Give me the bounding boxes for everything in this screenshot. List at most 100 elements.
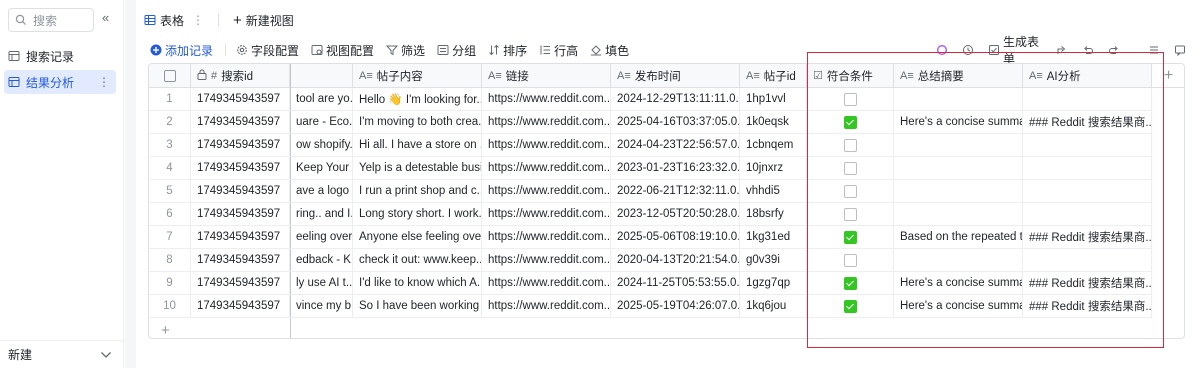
cell-post-id[interactable]: 18bsrfy [740, 203, 807, 225]
comment-button[interactable] [1174, 44, 1186, 56]
table-row[interactable]: 2 1749345943597 uare - Eco... I'm moving to… [149, 111, 1152, 134]
cell-link[interactable]: https://www.reddit.com... [482, 134, 611, 156]
table-row[interactable]: 10 1749345943597 vince my b... So I have be… [149, 295, 1152, 318]
new-button[interactable]: 新建 [0, 340, 124, 368]
cell-content[interactable]: I run a print shop and c... [353, 180, 482, 202]
cell-post-id[interactable]: 1kq6jou [740, 295, 807, 317]
cell-search-id[interactable]: 1749345943597 [191, 295, 290, 317]
cell-post-id[interactable]: 1hp1vvl [740, 88, 807, 110]
unchecked-checkbox[interactable] [843, 207, 857, 221]
cell-post-id[interactable]: vhhdi5 [740, 180, 807, 202]
collapse-sidebar-icon[interactable]: « [102, 11, 116, 25]
table-row[interactable]: 7 1749345943597 eeling over... Anyone else … [149, 226, 1152, 249]
checked-checkbox[interactable] [843, 230, 857, 244]
cell-time[interactable]: 2023-12-05T20:50:28.0... [611, 203, 740, 225]
cell-post-id[interactable]: 1kg31ed [740, 226, 807, 248]
cell-link[interactable]: https://www.reddit.com... [482, 249, 611, 271]
unchecked-checkbox[interactable] [843, 184, 857, 198]
cell-content[interactable]: Long story short. I work... [353, 203, 482, 225]
column-header-summary[interactable]: A≡ 总结摘要 [894, 64, 1023, 87]
cell-time[interactable]: 2020-04-13T20:21:54.0... [611, 249, 740, 271]
unchecked-checkbox[interactable] [843, 92, 857, 106]
cell-link[interactable]: https://www.reddit.com... [482, 203, 611, 225]
checked-checkbox[interactable] [843, 276, 857, 290]
cell-link[interactable]: https://www.reddit.com... [482, 157, 611, 179]
row-number[interactable]: 1 [149, 88, 191, 110]
cell-time[interactable]: 2024-11-25T05:53:55.0... [611, 272, 740, 294]
cell-title[interactable]: eeling over... [290, 226, 353, 248]
cell-content[interactable]: Hello 👋 I'm looking for... [353, 88, 482, 110]
cell-summary[interactable]: Based on the repeated t... [894, 226, 1023, 248]
cell-match[interactable] [807, 249, 894, 271]
cell-ai[interactable]: ### Reddit 搜索结果商... [1023, 272, 1152, 294]
cell-summary[interactable]: Here's a concise summa... [894, 111, 1023, 133]
checked-checkbox[interactable] [843, 299, 857, 313]
fill-color-button[interactable]: 填色 [590, 42, 629, 59]
cell-post-id[interactable]: g0v39i [740, 249, 807, 271]
cell-summary[interactable]: Here's a concise summa... [894, 295, 1023, 317]
cell-content[interactable]: So I have been working ... [353, 295, 482, 317]
search-input[interactable]: 搜索 [8, 8, 94, 32]
history-button[interactable] [962, 44, 974, 56]
table-row[interactable]: 8 1749345943597 edback - K... check it out:… [149, 249, 1152, 272]
cell-title[interactable]: ave a logo ... [290, 180, 353, 202]
row-number[interactable]: 3 [149, 134, 191, 156]
filter-button[interactable]: 筛选 [386, 42, 425, 59]
tab-table[interactable]: 表格 ⋮ [136, 7, 212, 33]
cell-post-id[interactable]: 1cbnqem [740, 134, 807, 156]
cell-title[interactable]: ly use AI t... [290, 272, 353, 294]
cell-link[interactable]: https://www.reddit.com... [482, 180, 611, 202]
add-row-button[interactable]: + [161, 322, 170, 338]
cell-match[interactable] [807, 88, 894, 110]
layout-button[interactable] [1148, 44, 1160, 56]
cell-time[interactable]: 2024-12-29T13:11:11.0... [611, 88, 740, 110]
row-number[interactable]: 4 [149, 157, 191, 179]
sidebar-item-search-records[interactable]: 搜索记录 [4, 44, 116, 68]
cell-content[interactable]: I'm moving to both crea... [353, 111, 482, 133]
cell-search-id[interactable]: 1749345943597 [191, 226, 290, 248]
sidebar-item-result-analysis[interactable]: 结果分析 ⋮ [4, 70, 116, 94]
column-header-ai[interactable]: A≡ AI分析 [1023, 64, 1152, 87]
add-record-button[interactable]: 添加记录 [150, 42, 213, 59]
cell-search-id[interactable]: 1749345943597 [191, 157, 290, 179]
cell-summary[interactable] [894, 203, 1023, 225]
cell-time[interactable]: 2025-04-16T03:37:05.0... [611, 111, 740, 133]
cell-summary[interactable] [894, 180, 1023, 202]
column-header-link[interactable]: A≡ 链接 [482, 64, 611, 87]
cell-search-id[interactable]: 1749345943597 [191, 249, 290, 271]
cell-time[interactable]: 2022-06-21T12:32:11.0... [611, 180, 740, 202]
unchecked-checkbox[interactable] [843, 253, 857, 267]
column-header-post-id[interactable]: A≡ 帖子id [740, 64, 807, 87]
cell-link[interactable]: https://www.reddit.com... [482, 226, 611, 248]
row-number[interactable]: 6 [149, 203, 191, 225]
cell-match[interactable] [807, 180, 894, 202]
cell-title[interactable]: ow shopify... [290, 134, 353, 156]
cell-search-id[interactable]: 1749345943597 [191, 180, 290, 202]
ai-assistant-button[interactable] [936, 44, 948, 56]
column-header-search-id[interactable]: # 搜索id [191, 64, 290, 87]
checked-checkbox[interactable] [843, 115, 857, 129]
cell-link[interactable]: https://www.reddit.com... [482, 88, 611, 110]
generate-form-button[interactable]: 生成表单 [988, 33, 1042, 67]
cell-match[interactable] [807, 157, 894, 179]
tab-more-icon[interactable]: ⋮ [192, 13, 204, 27]
row-number[interactable]: 9 [149, 272, 191, 294]
row-height-button[interactable]: 行高 [539, 42, 578, 59]
cell-title[interactable]: vince my b... [290, 295, 353, 317]
view-config-button[interactable]: 视图配置 [311, 42, 374, 59]
table-row[interactable]: 1 1749345943597 tool are yo... Hello 👋 I'm … [149, 88, 1152, 111]
cell-link[interactable]: https://www.reddit.com... [482, 272, 611, 294]
cell-ai[interactable] [1023, 134, 1152, 156]
cell-content[interactable]: Hi all. I have a store on ... [353, 134, 482, 156]
cell-time[interactable]: 2025-05-06T08:19:10.0... [611, 226, 740, 248]
column-header-match[interactable]: ☑ 符合条件 [807, 64, 894, 87]
unchecked-checkbox[interactable] [843, 161, 857, 175]
cell-ai[interactable] [1023, 180, 1152, 202]
cell-post-id[interactable]: 1gzg7qp [740, 272, 807, 294]
cell-ai[interactable] [1023, 157, 1152, 179]
cell-title[interactable]: edback - K... [290, 249, 353, 271]
row-number[interactable]: 5 [149, 180, 191, 202]
cell-link[interactable]: https://www.reddit.com... [482, 295, 611, 317]
new-view-button[interactable]: + 新建视图 [225, 7, 302, 33]
cell-match[interactable] [807, 226, 894, 248]
